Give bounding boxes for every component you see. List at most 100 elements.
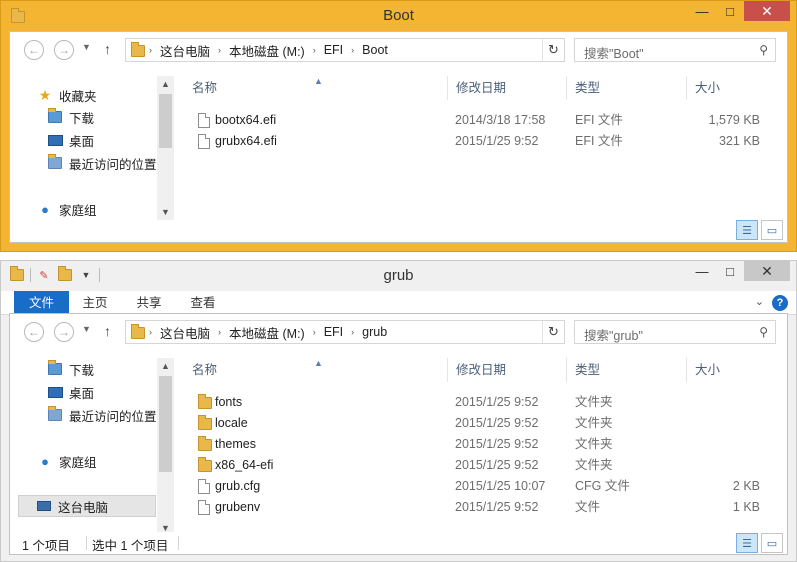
tab-file[interactable]: 文件: [14, 291, 69, 315]
column-header-size[interactable]: 大小: [687, 76, 767, 100]
file-type: EFI 文件: [575, 134, 623, 148]
file-size: [684, 392, 760, 413]
tab-view[interactable]: 查看: [177, 291, 229, 315]
nav-item-homegroup[interactable]: ● 家庭组: [36, 450, 96, 472]
nav-scrollbar[interactable]: ▲ ▼: [157, 76, 174, 220]
breadcrumb-efi[interactable]: EFI: [320, 43, 347, 57]
scroll-up-arrow[interactable]: ▲: [157, 358, 174, 374]
details-view-icon[interactable]: ☰: [736, 220, 758, 240]
window-controls: — □ ✕: [688, 261, 790, 281]
column-header-name[interactable]: 名称 ▲: [184, 358, 448, 382]
title-bar[interactable]: Boot — □ ✕: [1, 1, 796, 31]
close-button[interactable]: ✕: [744, 1, 790, 21]
back-button[interactable]: ←: [24, 322, 44, 342]
nav-item-favorites[interactable]: ★ 收藏夹: [36, 84, 97, 106]
breadcrumb-this-pc[interactable]: 这台电脑: [156, 41, 214, 60]
search-icon[interactable]: ⚲: [759, 325, 768, 339]
breadcrumb-grub[interactable]: grub: [358, 325, 391, 339]
table-row[interactable]: fonts 2015/1/25 9:52 文件夹: [184, 392, 784, 413]
breadcrumb-local-disk[interactable]: 本地磁盘 (M:): [225, 41, 309, 60]
nav-item-downloads[interactable]: 下载: [46, 358, 94, 380]
maximize-button[interactable]: □: [716, 261, 744, 281]
table-row[interactable]: x86_64-efi 2015/1/25 9:52 文件夹: [184, 455, 784, 476]
efi-file-icon: [198, 110, 210, 131]
table-row[interactable]: grubenv 2015/1/25 9:52 文件 1 KB: [184, 497, 784, 518]
nav-item-desktop[interactable]: 桌面: [46, 129, 94, 151]
table-row[interactable]: bootx64.efi 2014/3/18 17:58 EFI 文件 1,579…: [184, 110, 784, 131]
file-type: 文件夹: [575, 395, 613, 409]
nav-scrollbar[interactable]: ▲ ▼: [157, 358, 174, 536]
scroll-thumb[interactable]: [159, 94, 172, 148]
sort-ascending-icon: ▲: [314, 76, 323, 86]
nav-item-this-pc[interactable]: 这台电脑: [18, 495, 156, 517]
file-date: 2015/1/25 9:52: [455, 134, 539, 148]
back-button[interactable]: ←: [24, 40, 44, 60]
search-icon[interactable]: ⚲: [759, 43, 768, 57]
large-icons-view-icon[interactable]: ▭: [761, 220, 783, 240]
status-bar: 1 个项目 选中 1 个项目 ☰ ▭: [10, 532, 787, 554]
chevron-down-icon[interactable]: ⌄: [755, 295, 764, 308]
nav-item-downloads[interactable]: 下载: [46, 106, 94, 128]
breadcrumb-efi[interactable]: EFI: [320, 325, 347, 339]
help-icon[interactable]: ?: [772, 295, 788, 311]
column-header-type[interactable]: 类型: [567, 358, 687, 382]
address-row: ← → ▼ ↑ › 这台电脑 › 本地磁盘 (M:) › EFI › grub …: [10, 314, 787, 348]
column-header-size[interactable]: 大小: [687, 358, 767, 382]
minimize-button[interactable]: —: [688, 1, 716, 21]
folder-icon: [126, 41, 145, 57]
file-date: 2015/1/25 9:52: [455, 395, 539, 409]
details-view-icon[interactable]: ☰: [736, 533, 758, 553]
nav-item-recent-places[interactable]: 最近访问的位置: [46, 404, 157, 426]
up-button[interactable]: ↑: [104, 41, 111, 57]
recent-locations-dropdown[interactable]: ▼: [82, 42, 91, 52]
close-button[interactable]: ✕: [744, 261, 790, 281]
breadcrumb-boot[interactable]: Boot: [358, 43, 392, 57]
nav-item-recent-places[interactable]: 最近访问的位置: [46, 152, 157, 174]
file-size: 2 KB: [732, 479, 760, 493]
column-header-name[interactable]: 名称 ▲: [184, 76, 448, 100]
scroll-up-arrow[interactable]: ▲: [157, 76, 174, 92]
folder-icon: [126, 323, 145, 339]
folder-icon: [198, 392, 212, 413]
scroll-thumb[interactable]: [159, 376, 172, 472]
table-row[interactable]: grubx64.efi 2015/1/25 9:52 EFI 文件 321 KB: [184, 131, 784, 152]
tab-home[interactable]: 主页: [69, 291, 121, 315]
up-button[interactable]: ↑: [104, 323, 111, 339]
search-input[interactable]: 搜索"Boot" ⚲: [574, 38, 776, 62]
file-size: [684, 413, 760, 434]
nav-item-homegroup[interactable]: ● 家庭组: [36, 198, 96, 220]
recent-locations-dropdown[interactable]: ▼: [82, 324, 91, 334]
table-row[interactable]: grub.cfg 2015/1/25 10:07 CFG 文件 2 KB: [184, 476, 784, 497]
breadcrumb-local-disk[interactable]: 本地磁盘 (M:): [225, 323, 309, 342]
forward-button[interactable]: →: [54, 40, 74, 60]
minimize-button[interactable]: —: [688, 261, 716, 281]
folder-icon: [198, 455, 212, 476]
column-header-date[interactable]: 修改日期: [448, 76, 567, 100]
breadcrumb-separator: ›: [218, 45, 222, 55]
scroll-down-arrow[interactable]: ▼: [157, 204, 174, 220]
address-bar[interactable]: › 这台电脑 › 本地磁盘 (M:) › EFI › Boot ↻: [125, 38, 565, 62]
column-header-date[interactable]: 修改日期: [448, 358, 567, 382]
column-label: 名称: [192, 363, 218, 377]
status-item-count: 1 个项目: [22, 539, 70, 553]
refresh-icon[interactable]: ↻: [542, 39, 564, 61]
column-header-type[interactable]: 类型: [567, 76, 687, 100]
title-bar[interactable]: ✎ ▼ grub — □ ✕: [1, 261, 796, 291]
file-list: 名称 ▲ 修改日期 类型 大小 fonts 2015/1/25 9:52 文件夹…: [184, 358, 787, 538]
tab-share[interactable]: 共享: [123, 291, 175, 315]
address-bar[interactable]: › 这台电脑 › 本地磁盘 (M:) › EFI › grub ↻: [125, 320, 565, 344]
breadcrumb-this-pc[interactable]: 这台电脑: [156, 323, 214, 342]
download-folder-icon: [46, 108, 64, 125]
nav-item-desktop[interactable]: 桌面: [46, 381, 94, 403]
refresh-icon[interactable]: ↻: [542, 321, 564, 343]
file-type: CFG 文件: [575, 479, 630, 493]
table-row[interactable]: themes 2015/1/25 9:52 文件夹: [184, 434, 784, 455]
recent-places-icon: [46, 406, 64, 423]
forward-button[interactable]: →: [54, 322, 74, 342]
maximize-button[interactable]: □: [716, 1, 744, 21]
file-size: [684, 455, 760, 476]
search-input[interactable]: 搜索"grub" ⚲: [574, 320, 776, 344]
large-icons-view-icon[interactable]: ▭: [761, 533, 783, 553]
breadcrumb-separator: ›: [351, 327, 355, 337]
table-row[interactable]: locale 2015/1/25 9:52 文件夹: [184, 413, 784, 434]
